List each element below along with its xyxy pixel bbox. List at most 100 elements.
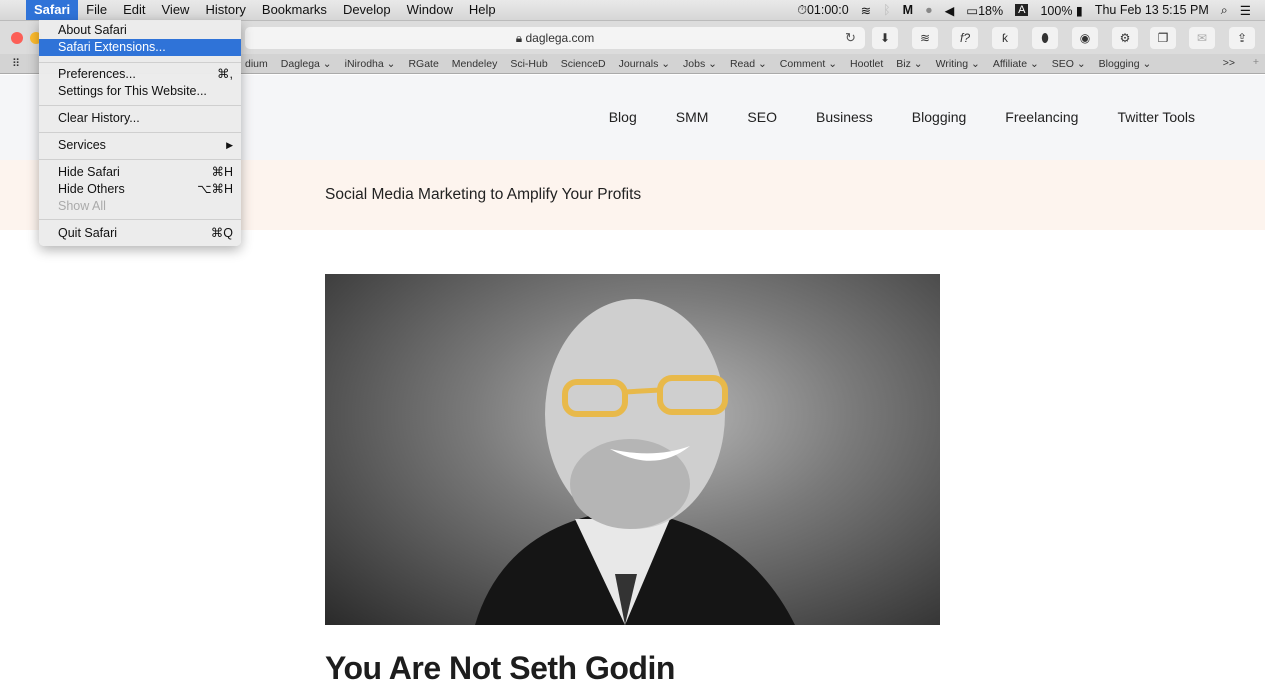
nav-link[interactable]: Blogging	[912, 109, 967, 125]
safari-menu-dropdown: About Safari Safari Extensions... Prefer…	[39, 20, 241, 246]
battery-status[interactable]: 100% ▮	[1040, 3, 1082, 18]
menu-window[interactable]: Window	[399, 0, 461, 20]
bookmark-item[interactable]: Sci-Hub	[510, 58, 547, 70]
post-title: You Are Not Seth Godin	[325, 650, 675, 686]
menu-develop[interactable]: Develop	[335, 0, 399, 20]
menu-item-hide-safari[interactable]: Hide Safari ⌘H	[39, 164, 241, 181]
nav-link[interactable]: Freelancing	[1005, 109, 1078, 125]
timer-text: 01:00:0	[806, 2, 849, 17]
bookmark-item[interactable]: Mendeley	[452, 58, 498, 70]
top-sites-icon[interactable]: ⠿	[12, 57, 20, 70]
menu-item-label: Hide Safari	[58, 165, 120, 179]
gmail-icon[interactable]: M	[903, 3, 913, 17]
menu-item-quit-safari[interactable]: Quit Safari ⌘Q	[39, 225, 241, 242]
nav-link[interactable]: Twitter Tools	[1117, 109, 1195, 125]
shortcut: ⌘Q	[210, 226, 233, 240]
cpu-status[interactable]: ▭18%	[966, 3, 1003, 18]
menu-separator	[39, 159, 241, 160]
bookmark-item[interactable]: Jobs ⌄	[683, 58, 717, 70]
address-bar[interactable]: 🔒︎ daglega.com	[245, 27, 865, 49]
menu-safari[interactable]: Safari	[26, 0, 79, 20]
menu-item-label: Services	[58, 138, 106, 152]
bookmark-item[interactable]: ScienceD	[561, 58, 606, 70]
bookmark-item[interactable]: Hootlet	[850, 58, 883, 70]
disk-icon[interactable]: ●	[925, 3, 933, 17]
nav-link[interactable]: Business	[816, 109, 873, 125]
tabs-icon[interactable]: ❐	[1150, 27, 1176, 49]
grammarly-extension-icon[interactable]: ◉	[1072, 27, 1098, 49]
battery-text: 100%	[1040, 3, 1073, 18]
menu-item-show-all: Show All	[39, 198, 241, 215]
menu-edit[interactable]: Edit	[115, 0, 153, 20]
download-extension-icon[interactable]: ⬇	[872, 27, 898, 49]
menu-item-preferences[interactable]: Preferences... ⌘,	[39, 66, 241, 83]
menu-history[interactable]: History	[197, 0, 253, 20]
menu-separator	[39, 219, 241, 220]
menu-item-about-safari[interactable]: About Safari	[39, 22, 241, 39]
nav-link[interactable]: Blog	[609, 109, 637, 125]
bookmark-item[interactable]: Affiliate ⌄	[993, 58, 1039, 70]
menu-item-safari-extensions[interactable]: Safari Extensions...	[39, 39, 241, 56]
more-bookmarks-button[interactable]: >>	[1223, 57, 1235, 69]
site-nav: Blog SMM SEO Business Blogging Freelancing Twi…	[609, 109, 1195, 125]
menu-item-label: Safari Extensions...	[58, 40, 166, 54]
menu-file[interactable]: File	[78, 0, 115, 20]
ghostery-extension-icon[interactable]: ⬮	[1032, 27, 1058, 49]
close-window-button[interactable]	[11, 32, 23, 44]
cpu-text: 18%	[978, 3, 1004, 18]
spotlight-icon[interactable]: ⌕	[1221, 3, 1228, 18]
nav-link[interactable]: SEO	[747, 109, 777, 125]
bookmark-item[interactable]: RGate	[408, 58, 438, 70]
menu-bookmarks[interactable]: Bookmarks	[254, 0, 335, 20]
menu-item-hide-others[interactable]: Hide Others ⌥⌘H	[39, 181, 241, 198]
bookmark-item[interactable]: SEO ⌄	[1052, 58, 1086, 70]
wifi-icon[interactable]: ≋	[861, 3, 871, 18]
shortcut: ⌥⌘H	[197, 182, 233, 196]
site-tagline: Social Media Marketing to Amplify Your P…	[325, 186, 642, 203]
menu-item-clear-history[interactable]: Clear History...	[39, 110, 241, 127]
menu-item-label: Hide Others	[58, 182, 125, 196]
menu-item-services[interactable]: Services ▶	[39, 137, 241, 154]
bluetooth-icon[interactable]: ᛒ	[883, 3, 891, 17]
bookmark-item[interactable]: Read ⌄	[730, 58, 767, 70]
bookmark-item[interactable]: dium	[245, 58, 268, 70]
menu-help[interactable]: Help	[461, 0, 504, 20]
menu-separator	[39, 132, 241, 133]
mail-icon[interactable]: ✉	[1189, 27, 1215, 49]
shortcut: ⌘H	[211, 165, 233, 179]
menu-item-settings-for-website[interactable]: Settings for This Website...	[39, 83, 241, 100]
font-extension-icon[interactable]: f?	[952, 27, 978, 49]
menu-item-label: About Safari	[58, 23, 127, 37]
reload-icon[interactable]: ↻	[845, 30, 856, 46]
url-text: daglega.com	[525, 31, 595, 45]
menu-separator	[39, 62, 241, 63]
bookmark-item[interactable]: Journals ⌄	[619, 58, 670, 70]
shortcut: ⌘,	[217, 67, 233, 81]
menu-item-label: Quit Safari	[58, 226, 118, 240]
menu-bar: Safari File Edit View History Bookmarks …	[0, 0, 1265, 20]
bookmark-item[interactable]: Biz ⌄	[896, 58, 922, 70]
menu-item-label: Preferences...	[58, 67, 136, 81]
bookmark-item[interactable]: Blogging ⌄	[1099, 58, 1152, 70]
portrait-illustration	[475, 299, 795, 625]
menu-item-label: Show All	[58, 199, 106, 213]
nav-link[interactable]: SMM	[676, 109, 709, 125]
bookmark-item[interactable]: Daglega ⌄	[281, 58, 332, 70]
share-icon[interactable]: ⇪	[1229, 27, 1255, 49]
menu-view[interactable]: View	[154, 0, 198, 20]
notification-center-icon[interactable]: ☰	[1240, 3, 1251, 18]
menu-item-label: Settings for This Website...	[58, 84, 207, 98]
menu-item-label: Clear History...	[58, 111, 140, 125]
kindle-extension-icon[interactable]: ƙ	[992, 27, 1018, 49]
settings-extension-icon[interactable]: ⚙	[1112, 27, 1138, 49]
volume-icon[interactable]: ◀	[945, 3, 955, 18]
bookmark-item[interactable]: Comment ⌄	[780, 58, 837, 70]
timer-status[interactable]: ⏱01:00:0	[797, 3, 848, 18]
bookmark-item[interactable]: Writing ⌄	[936, 58, 980, 70]
new-tab-icon[interactable]: +	[1253, 56, 1259, 68]
clock[interactable]: Thu Feb 13 5:15 PM	[1095, 3, 1209, 17]
lock-icon: 🔒︎	[515, 31, 523, 45]
layers-extension-icon[interactable]: ≋	[912, 27, 938, 49]
input-source[interactable]: A	[1015, 4, 1029, 16]
bookmark-item[interactable]: iNirodha ⌄	[345, 58, 396, 70]
